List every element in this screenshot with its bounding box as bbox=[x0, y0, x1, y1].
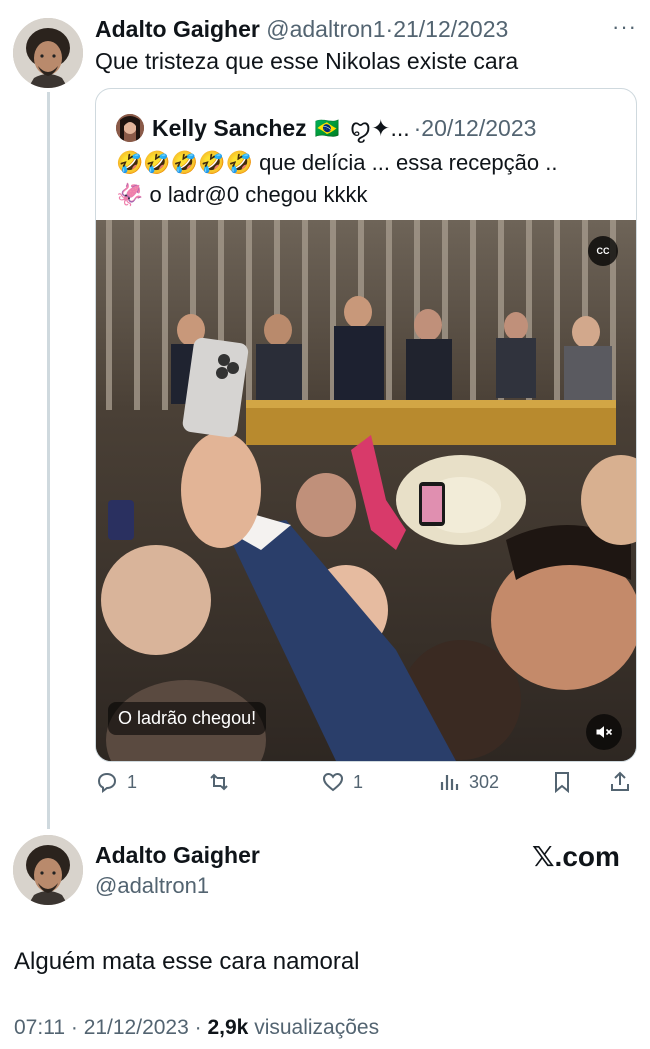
retweet-icon bbox=[210, 773, 228, 791]
quoted-author-name[interactable]: Kelly Sanchez bbox=[152, 115, 307, 142]
author-name[interactable]: Adalto Gaigher bbox=[95, 842, 260, 869]
like-icon bbox=[322, 772, 344, 792]
x-watermark: 𝕏.com bbox=[532, 841, 620, 872]
tweet-meta: 07:11 · 21/12/2023 · 2,9k visualizações bbox=[14, 1016, 379, 1040]
thread-line bbox=[47, 92, 50, 829]
views-label: visualizações bbox=[254, 1016, 380, 1039]
tweet-header: Adalto Gaigher @adaltron1·21/12/2023 bbox=[95, 16, 508, 43]
avatar-photo bbox=[13, 18, 83, 88]
name-decoration: ꨄ✦... bbox=[349, 115, 410, 141]
author-handle[interactable]: @adaltron1 bbox=[266, 16, 385, 42]
separator: · bbox=[70, 1016, 78, 1039]
quoted-date[interactable]: 20/12/2023 bbox=[421, 115, 536, 142]
author-handle[interactable]: @adaltron1 bbox=[95, 873, 209, 899]
views-count: 2,9k bbox=[207, 1016, 249, 1039]
separator: · bbox=[194, 1016, 202, 1039]
tweet-text: Que tristeza que esse Nikolas existe car… bbox=[95, 48, 519, 74]
action-bar: 1 1 302 bbox=[95, 770, 635, 804]
avatar[interactable] bbox=[13, 18, 83, 88]
views-button[interactable]: 302 bbox=[437, 770, 499, 794]
quoted-tweet-card[interactable]: Kelly Sanchez 🇧🇷 ꨄ✦... · 20/12/2023 🤣🤣🤣🤣… bbox=[95, 88, 637, 762]
author-name[interactable]: Adalto Gaigher bbox=[95, 16, 260, 42]
quoted-text: 🤣🤣🤣🤣🤣 que delícia ... essa recepção .. 🦑… bbox=[116, 147, 616, 211]
bookmark-icon bbox=[555, 772, 569, 794]
mute-icon-glyph bbox=[596, 726, 613, 738]
reply-icon bbox=[97, 772, 117, 793]
mute-icon[interactable] bbox=[586, 714, 622, 750]
reply-button[interactable]: 1 bbox=[95, 770, 137, 794]
views-icon bbox=[440, 775, 459, 790]
like-button[interactable]: 1 bbox=[321, 770, 363, 794]
tweet-time[interactable]: 07:11 bbox=[14, 1016, 65, 1039]
video-frame bbox=[96, 220, 636, 761]
quoted-text-line: 🤣🤣🤣🤣🤣 que delícia ... essa recepção .. bbox=[116, 150, 558, 175]
reply-count: 1 bbox=[127, 771, 138, 792]
views-count: 302 bbox=[469, 771, 500, 792]
quoted-tweet-header: Kelly Sanchez 🇧🇷 ꨄ✦... · 20/12/2023 bbox=[116, 111, 536, 145]
avatar[interactable] bbox=[13, 835, 83, 905]
flag-icon: 🇧🇷 bbox=[314, 117, 340, 140]
share-button[interactable] bbox=[608, 770, 632, 794]
tweet-date[interactable]: 21/12/2023 bbox=[84, 1016, 189, 1039]
tweet-date[interactable]: 21/12/2023 bbox=[393, 16, 508, 42]
more-icon[interactable]: ··· bbox=[612, 14, 637, 40]
bookmark-button[interactable] bbox=[550, 770, 574, 794]
tweet-text: Alguém mata esse cara namoral bbox=[14, 948, 360, 975]
avatar-photo bbox=[13, 835, 83, 905]
retweet-button[interactable] bbox=[207, 770, 239, 794]
cc-button[interactable]: CC bbox=[588, 236, 618, 266]
quoted-avatar bbox=[116, 114, 144, 142]
video-player[interactable]: CC O ladrão chegou! bbox=[96, 220, 636, 761]
like-count: 1 bbox=[353, 771, 364, 792]
quoted-text-line: 🦑 o ladr@0 chegou kkkk bbox=[116, 182, 368, 207]
share-icon bbox=[611, 771, 629, 791]
separator: · bbox=[413, 114, 422, 141]
video-caption: O ladrão chegou! bbox=[108, 702, 267, 735]
